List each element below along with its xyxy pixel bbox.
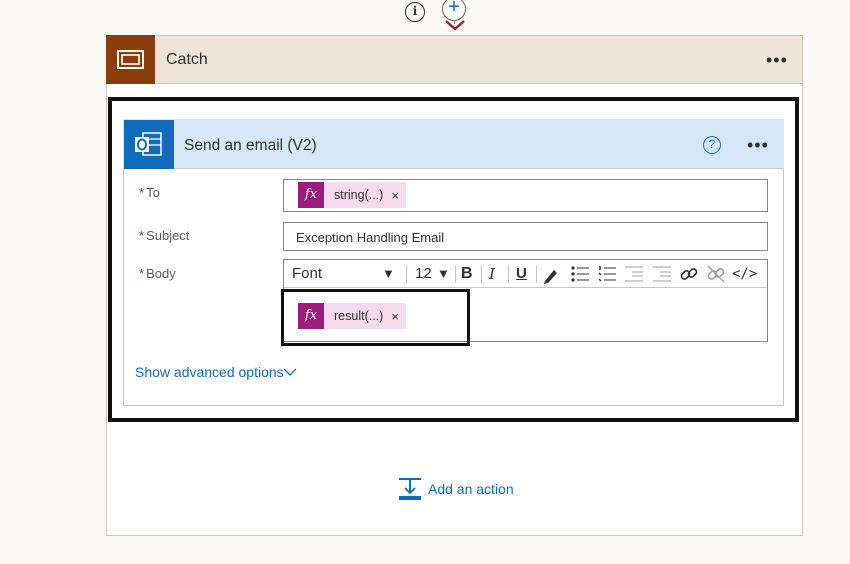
catch-header[interactable] [106,35,803,84]
help-icon[interactable]: ? [703,136,721,154]
to-label: * To [139,185,160,200]
to-label-text: To [146,185,160,200]
fx-icon: fx [298,182,324,208]
font-size-dropdown[interactable]: 12 [415,262,432,286]
to-expression-token[interactable]: fx string(...) × [298,182,406,208]
indent-icon[interactable] [652,262,672,286]
pen-icon[interactable] [542,262,560,286]
more-icon[interactable]: ••• [747,135,769,156]
body-label: * Body [139,266,176,281]
show-advanced-options-link[interactable]: Show advanced options [135,364,284,380]
insert-step-icon[interactable] [398,477,422,501]
add-an-action-link[interactable]: Add an action [428,481,514,497]
underline-button[interactable]: U [516,262,527,286]
chevron-down-icon[interactable]: ▼ [382,262,395,286]
bold-button[interactable]: B [461,262,473,286]
required-mark: * [139,228,145,243]
required-mark: * [139,266,145,281]
body-expression-token[interactable]: fx result(...) × [298,303,406,329]
info-icon[interactable]: i [405,2,425,22]
outdent-icon[interactable] [624,262,644,286]
chevron-down-icon[interactable] [282,364,298,380]
remove-token-button[interactable]: × [391,188,406,203]
chevron-down-icon[interactable]: ▼ [437,262,450,286]
remove-token-button[interactable]: × [391,309,406,324]
link-icon[interactable] [679,262,699,286]
token-label: string(...) [334,188,384,202]
scope-icon [106,35,155,84]
arrow-down-icon [445,20,465,31]
subject-label-text: Subject [146,228,190,243]
outlook-icon [124,120,174,169]
bullet-list-icon[interactable] [570,262,590,286]
fx-icon: fx [298,303,324,329]
toolbar-divider [508,265,509,283]
toolbar-divider [455,265,456,283]
catch-title: Catch [166,51,208,68]
code-icon[interactable]: </> [732,262,757,286]
body-label-text: Body [146,266,176,281]
toolbar-divider [406,265,407,283]
send-email-title: Send an email (V2) [184,137,317,154]
toolbar-divider [536,265,537,283]
unlink-icon[interactable] [706,262,726,286]
more-icon[interactable]: ••• [766,50,788,71]
required-mark: * [139,185,145,200]
subject-field[interactable]: Exception Handling Email [283,222,768,251]
toolbar-divider [481,265,482,283]
subject-label: * Subject [139,228,189,243]
token-label: result(...) [334,309,384,323]
italic-button[interactable]: I [489,262,495,286]
font-dropdown[interactable]: Font [292,262,322,286]
number-list-icon[interactable] [597,262,617,286]
